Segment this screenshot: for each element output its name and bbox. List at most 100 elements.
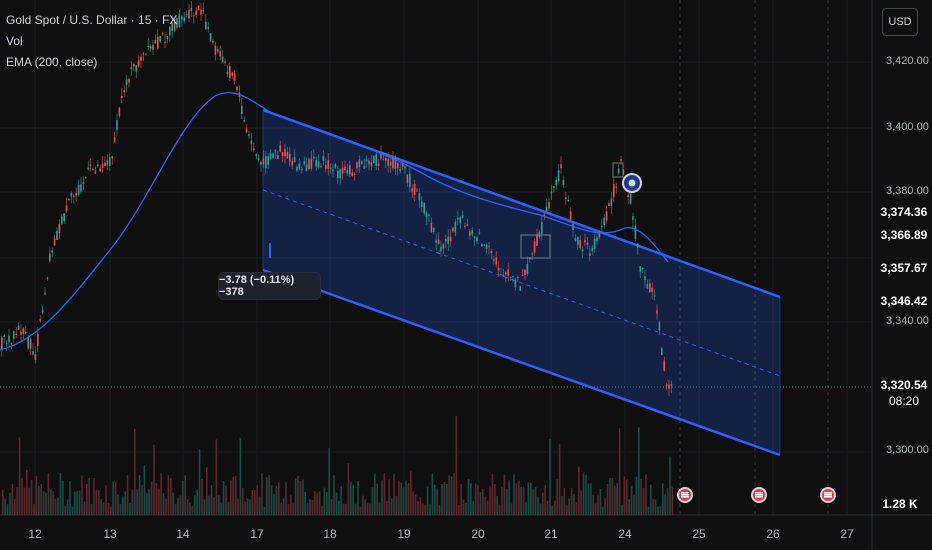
volume-bar bbox=[642, 488, 645, 515]
ema-indicator-label[interactable]: EMA (200, close) bbox=[6, 52, 177, 73]
volume-bar bbox=[369, 503, 371, 515]
volume-bar bbox=[227, 502, 230, 515]
volume-bar bbox=[35, 476, 38, 515]
volume-bar bbox=[650, 484, 652, 515]
candle-body bbox=[598, 233, 601, 238]
volume-bar bbox=[628, 499, 630, 515]
volume-bar bbox=[400, 482, 402, 515]
candle-body bbox=[329, 167, 332, 169]
candle-body bbox=[653, 295, 656, 297]
candle-body bbox=[97, 164, 99, 167]
volume-bar bbox=[215, 439, 218, 515]
candle-body bbox=[44, 292, 46, 295]
volume-bar bbox=[659, 506, 662, 515]
candle-body bbox=[212, 40, 214, 43]
candle-body bbox=[423, 202, 425, 214]
volume-bar bbox=[309, 499, 311, 515]
candle-body bbox=[87, 167, 89, 170]
symbol-title[interactable]: Gold Spot / U.S. Dollar · 15 · FX bbox=[6, 10, 177, 31]
volume-bar bbox=[126, 475, 129, 515]
volume-bar bbox=[155, 483, 158, 515]
volume-bar bbox=[258, 496, 261, 515]
candle-body bbox=[545, 206, 548, 212]
candle-body bbox=[334, 163, 337, 168]
candle-body bbox=[183, 17, 185, 22]
volume-bar bbox=[184, 475, 186, 515]
candle-body bbox=[104, 162, 106, 166]
candle-body bbox=[469, 231, 471, 236]
candle-body bbox=[3, 335, 5, 337]
candle-body bbox=[519, 286, 521, 291]
candle-body bbox=[637, 243, 639, 248]
us-flag-event-icon[interactable] bbox=[751, 487, 767, 503]
volume-bar bbox=[146, 493, 148, 515]
volume-bar bbox=[330, 498, 333, 515]
volume-bar bbox=[47, 473, 50, 515]
candle-body bbox=[541, 222, 543, 234]
candle-body bbox=[20, 331, 22, 335]
candle-body bbox=[406, 174, 409, 183]
candle-body bbox=[356, 162, 358, 169]
time-tick: 20 bbox=[471, 527, 485, 541]
candle-body bbox=[27, 337, 29, 349]
volume-bar bbox=[352, 484, 354, 515]
candle-body bbox=[524, 269, 526, 276]
volume-bar bbox=[232, 476, 234, 515]
candle-body bbox=[293, 157, 296, 163]
candle-body bbox=[231, 72, 233, 77]
candle-body bbox=[531, 253, 533, 255]
volume-bar bbox=[386, 500, 388, 515]
candle-body bbox=[651, 287, 653, 292]
candle-body bbox=[274, 150, 277, 152]
volume-bar bbox=[294, 478, 297, 515]
candle-body bbox=[58, 223, 61, 234]
price-chart[interactable] bbox=[0, 0, 932, 550]
volume-bar bbox=[616, 482, 618, 515]
candle-body bbox=[89, 164, 92, 167]
time-tick: 24 bbox=[618, 527, 632, 541]
candle-body bbox=[404, 166, 406, 169]
candle-body bbox=[457, 217, 459, 220]
candle-body bbox=[421, 201, 423, 208]
volume-bar bbox=[117, 494, 119, 515]
volume-bar bbox=[23, 487, 26, 515]
us-flag-event-icon[interactable] bbox=[677, 487, 693, 503]
candle-body bbox=[1, 337, 3, 351]
candle-body bbox=[476, 237, 478, 242]
candle-body bbox=[416, 190, 418, 192]
volume-bar bbox=[162, 493, 165, 515]
volume-indicator-label[interactable]: Vol bbox=[6, 31, 177, 52]
volume-bar bbox=[657, 506, 659, 515]
volume-bar bbox=[64, 506, 66, 515]
volume-bar bbox=[597, 494, 599, 515]
volume-bar bbox=[350, 481, 352, 515]
volume-bar bbox=[220, 502, 222, 515]
volume-bar bbox=[134, 428, 136, 515]
candle-body bbox=[181, 16, 183, 20]
measure-tooltip: −3.78 (−0.11%) −378 bbox=[219, 273, 320, 299]
volume-bar bbox=[441, 484, 443, 515]
currency-button[interactable]: USD bbox=[882, 8, 918, 36]
candle-body bbox=[214, 45, 217, 55]
price-tag-last: 3,320.54 08:20 bbox=[879, 374, 929, 412]
candle-body bbox=[591, 247, 593, 252]
candle-body bbox=[670, 383, 673, 386]
candle-body bbox=[310, 158, 313, 169]
volume-bar bbox=[74, 491, 76, 515]
candle-body bbox=[265, 156, 267, 169]
volume-bar bbox=[508, 480, 510, 515]
candle-body bbox=[373, 156, 375, 163]
volume-bar bbox=[462, 499, 465, 515]
volume-bar bbox=[107, 503, 110, 515]
chart-legend: Gold Spot / U.S. Dollar · 15 · FX Vol EM… bbox=[6, 10, 177, 73]
volume-bar bbox=[299, 481, 302, 515]
volume-bar bbox=[506, 489, 508, 515]
candle-body bbox=[644, 276, 646, 281]
volume-bar bbox=[95, 489, 98, 515]
volume-bar bbox=[575, 502, 578, 515]
us-flag-event-icon[interactable] bbox=[820, 487, 836, 503]
volume-bar bbox=[230, 480, 232, 515]
volume-bar bbox=[172, 492, 174, 515]
volume-bar bbox=[446, 483, 448, 515]
candle-body bbox=[656, 310, 658, 314]
